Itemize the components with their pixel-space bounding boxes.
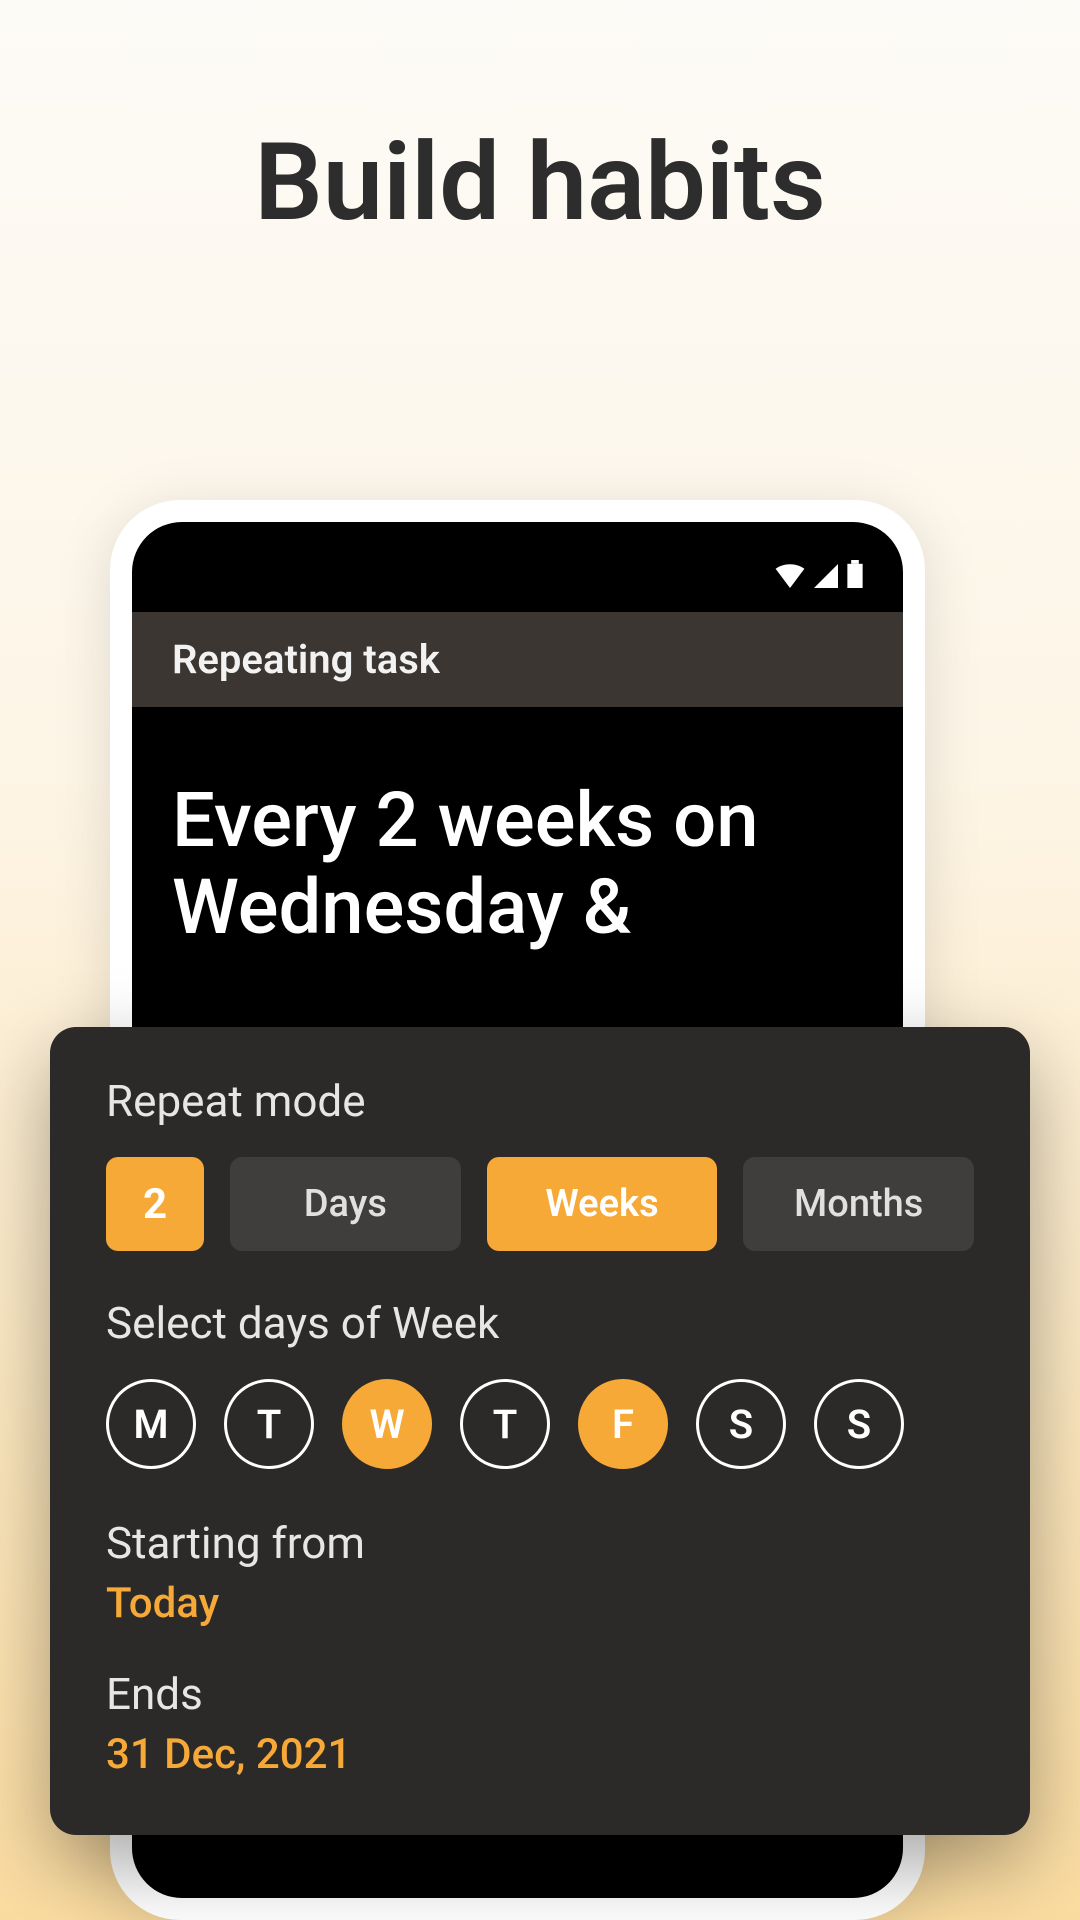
day-fri-toggle[interactable]: F (578, 1379, 668, 1469)
repeat-count-input[interactable]: 2 (106, 1157, 204, 1251)
ends-value[interactable]: 31 Dec, 2021 (106, 1730, 974, 1779)
app-header-title: Repeating task (172, 636, 863, 683)
starting-from-value[interactable]: Today (106, 1579, 974, 1628)
wifi-icon (775, 564, 805, 592)
select-days-label: Select days of Week (106, 1297, 974, 1349)
app-header: Repeating task (132, 612, 903, 707)
mode-weeks-button[interactable]: Weeks (487, 1157, 718, 1251)
day-sun-toggle[interactable]: S (814, 1379, 904, 1469)
day-sat-toggle[interactable]: S (696, 1379, 786, 1469)
battery-icon (847, 560, 863, 592)
repeat-config-sheet: Repeat mode 2 Days Weeks Months Select d… (50, 1027, 1030, 1835)
day-tue-toggle[interactable]: T (224, 1379, 314, 1469)
repeat-mode-label: Repeat mode (106, 1075, 974, 1127)
task-summary-text: Every 2 weeks on Wednesday & (132, 707, 903, 952)
day-mon-toggle[interactable]: M (106, 1379, 196, 1469)
cellular-icon (813, 564, 839, 592)
repeat-mode-row: 2 Days Weeks Months (106, 1157, 974, 1251)
page-title: Build habits (0, 0, 1080, 246)
day-wed-toggle[interactable]: W (342, 1379, 432, 1469)
mode-months-button[interactable]: Months (743, 1157, 974, 1251)
mode-days-button[interactable]: Days (230, 1157, 461, 1251)
day-thu-toggle[interactable]: T (460, 1379, 550, 1469)
status-icons (775, 560, 863, 592)
days-of-week-row: M T W T F S S (106, 1379, 974, 1469)
ends-label: Ends (106, 1668, 974, 1720)
status-bar (132, 522, 903, 612)
starting-from-label: Starting from (106, 1517, 974, 1569)
